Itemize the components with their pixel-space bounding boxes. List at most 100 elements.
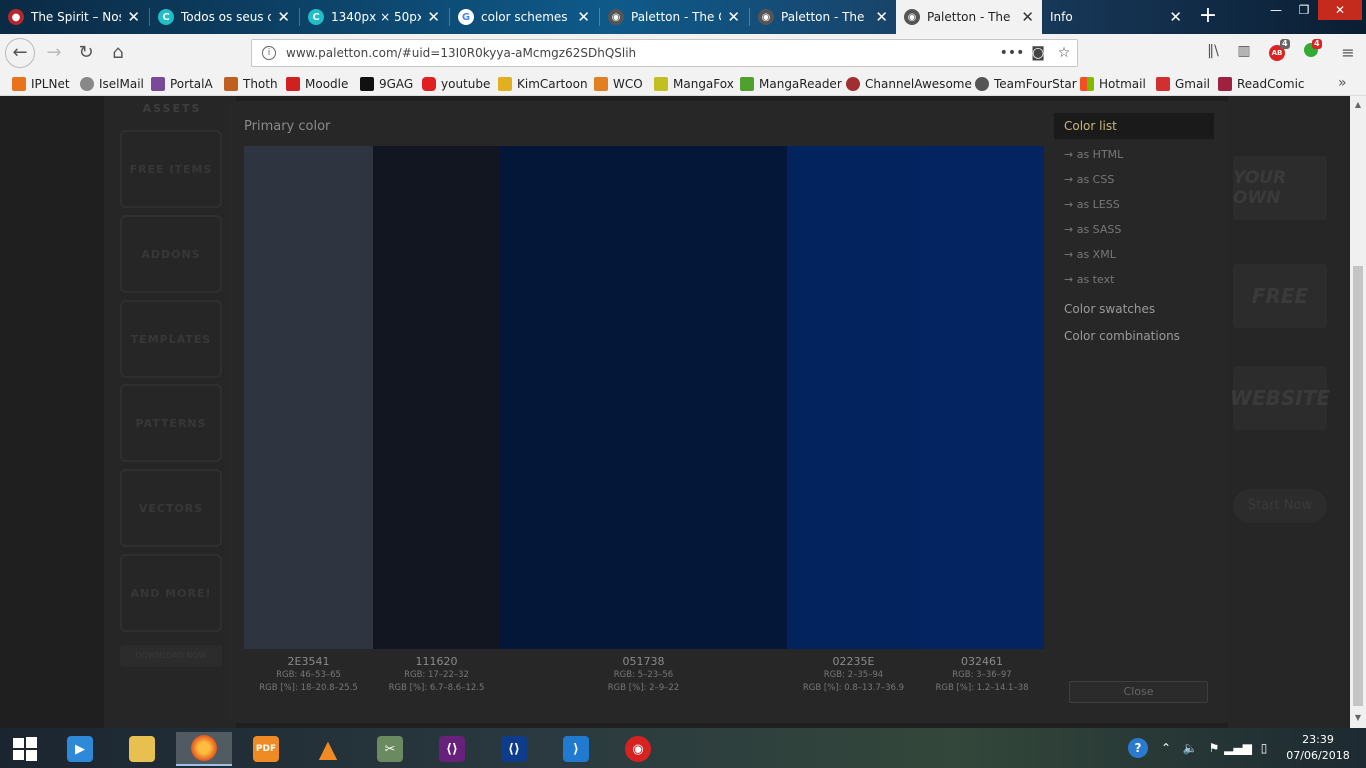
- taskbar-clock[interactable]: 23:39 07/06/2018: [1283, 732, 1353, 764]
- bookmark-readcomic[interactable]: ReadComic: [1218, 76, 1305, 92]
- page-scrollbar[interactable]: ▲ ▼: [1350, 96, 1366, 728]
- close-tab-icon[interactable]: ✕: [577, 8, 590, 26]
- color-swatch[interactable]: [787, 146, 920, 649]
- bookmark-gmail[interactable]: Gmail: [1156, 76, 1210, 92]
- reload-button[interactable]: ↻: [72, 40, 100, 66]
- menu-color-swatches[interactable]: Color swatches: [1054, 296, 1214, 323]
- page-actions-icon[interactable]: •••: [999, 45, 1025, 61]
- color-swatch[interactable]: [500, 146, 787, 649]
- ad-download-button[interactable]: DOWNLOAD NOW: [120, 645, 222, 667]
- menu-color-list[interactable]: Color list: [1054, 113, 1214, 139]
- taskbar-media-app[interactable]: ▶: [52, 732, 108, 766]
- close-tab-icon[interactable]: ✕: [727, 8, 740, 26]
- ad-tile[interactable]: TEMPLATES: [120, 300, 222, 378]
- bookmark-kimcartoon[interactable]: KimCartoon: [498, 76, 588, 92]
- ad-tile[interactable]: ADDONS: [120, 215, 222, 293]
- taskbar-pdf-app[interactable]: PDF: [238, 732, 294, 766]
- adblock-icon[interactable]: AB 4: [1266, 39, 1290, 63]
- menu-icon[interactable]: ≡: [1337, 43, 1359, 63]
- tab-2[interactable]: C Todos os seus d ✕: [150, 0, 298, 34]
- close-tab-icon[interactable]: ✕: [1169, 8, 1182, 26]
- bookmark-teamfourstar[interactable]: TeamFourStar: [975, 76, 1077, 92]
- bookmark-star-icon[interactable]: ☆: [1051, 45, 1077, 61]
- volume-icon[interactable]: 🔈: [1180, 728, 1200, 768]
- tab-8[interactable]: Info ✕: [1042, 0, 1190, 34]
- library-icon[interactable]: ‖\: [1202, 43, 1224, 63]
- bookmark-mangareader[interactable]: MangaReader: [740, 76, 842, 92]
- menu-as-sass[interactable]: → as SASS: [1054, 217, 1214, 242]
- pocket-icon[interactable]: ◙: [1025, 45, 1051, 61]
- tab-5[interactable]: ◉ Paletton - The C ✕: [600, 0, 748, 34]
- start-button[interactable]: [0, 732, 50, 766]
- notification-flag-icon[interactable]: ⚑: [1204, 728, 1224, 768]
- ad-tile[interactable]: PATTERNS: [120, 384, 222, 462]
- taskbar-visual-studio[interactable]: ⟨⟩: [424, 732, 480, 766]
- bookmark-wco[interactable]: WCO: [594, 76, 643, 92]
- ad-tile[interactable]: FREE ITEMS: [120, 130, 222, 208]
- bookmark-iplnet[interactable]: IPLNet: [12, 76, 70, 92]
- bookmark-iselmail[interactable]: IselMail: [80, 76, 144, 92]
- taskbar-vlc[interactable]: ▲: [300, 732, 356, 766]
- tab-6[interactable]: ◉ Paletton - The C ✕: [750, 0, 896, 34]
- bookmark-youtube[interactable]: youtube: [422, 76, 490, 92]
- close-tab-icon[interactable]: ✕: [875, 8, 888, 26]
- menu-as-xml[interactable]: → as XML: [1054, 242, 1214, 267]
- taskbar-firefox[interactable]: [176, 732, 232, 766]
- more-bookmarks-icon[interactable]: »: [1338, 75, 1347, 91]
- close-tab-icon[interactable]: ✕: [277, 8, 290, 26]
- bookmark-thoth[interactable]: Thoth: [224, 76, 278, 92]
- ad-sign[interactable]: YOUR OWN: [1233, 156, 1327, 220]
- tray-expand-icon[interactable]: ⌃: [1158, 728, 1174, 768]
- bookmark-9gag[interactable]: 9GAG: [360, 76, 413, 92]
- taskbar-vscode[interactable]: ⟩: [548, 732, 604, 766]
- close-button[interactable]: Close: [1069, 681, 1208, 703]
- tab-1[interactable]: ● The Spirit – Nos ✕: [0, 0, 148, 34]
- menu-as-html[interactable]: → as HTML: [1054, 142, 1214, 167]
- back-button[interactable]: ←: [5, 38, 35, 68]
- forward-button[interactable]: →: [40, 40, 68, 66]
- close-tab-icon[interactable]: ✕: [427, 8, 440, 26]
- menu-as-css[interactable]: → as CSS: [1054, 167, 1214, 192]
- restore-button[interactable]: ❐: [1286, 0, 1322, 20]
- help-icon[interactable]: ?: [1126, 728, 1150, 768]
- ad-sign[interactable]: FREE: [1233, 264, 1327, 328]
- tab-7-active[interactable]: ◉ Paletton - The C ✕: [896, 0, 1042, 34]
- bookmark-mangafox[interactable]: MangaFox: [654, 76, 734, 92]
- sidebar-icon[interactable]: ▥: [1233, 43, 1255, 63]
- addon-icon[interactable]: 4: [1300, 39, 1322, 63]
- home-button[interactable]: ⌂: [104, 40, 132, 66]
- address-bar[interactable]: i www.paletton.com/#uid=13I0R0kyya-aMcmg…: [251, 39, 1078, 67]
- ad-tile[interactable]: VECTORS: [120, 469, 222, 547]
- menu-color-combinations[interactable]: Color combinations: [1054, 323, 1214, 350]
- color-swatch[interactable]: [373, 146, 500, 649]
- taskbar-tools[interactable]: ✂: [362, 732, 418, 766]
- ad-sign[interactable]: WEBSITE: [1230, 366, 1330, 430]
- menu-as-less[interactable]: → as LESS: [1054, 192, 1214, 217]
- taskbar-vs-blue[interactable]: ⟨⟩: [486, 732, 542, 766]
- battery-icon[interactable]: ▯: [1254, 728, 1274, 768]
- scroll-down-icon[interactable]: ▼: [1350, 713, 1366, 722]
- bookmark-channelawesome[interactable]: ChannelAwesome: [846, 76, 972, 92]
- close-tab-icon[interactable]: ✕: [1021, 8, 1034, 26]
- network-icon[interactable]: ▂▄▆: [1224, 728, 1252, 768]
- new-tab-button[interactable]: +: [1195, 3, 1221, 31]
- bookmark-portala[interactable]: PortalA: [151, 76, 213, 92]
- scroll-thumb[interactable]: [1353, 266, 1363, 706]
- tab-4[interactable]: G color schemes ✕: [450, 0, 598, 34]
- ad-tile[interactable]: AND MORE!: [120, 554, 222, 632]
- ad-start-button[interactable]: Start Now: [1233, 489, 1327, 523]
- close-tab-icon[interactable]: ✕: [127, 8, 140, 26]
- tab-3[interactable]: C 1340px × 50px – ✕: [300, 0, 448, 34]
- taskbar-file-explorer[interactable]: [114, 732, 170, 766]
- tab-title: Paletton - The C: [927, 10, 1016, 24]
- bookmark-moodle[interactable]: Moodle: [286, 76, 348, 92]
- taskbar-record-app[interactable]: ◉: [610, 732, 666, 766]
- scroll-up-icon[interactable]: ▲: [1350, 100, 1366, 109]
- color-swatch[interactable]: [244, 146, 373, 649]
- url-text[interactable]: www.paletton.com/#uid=13I0R0kyya-aMcmgz6…: [286, 46, 999, 60]
- color-swatch[interactable]: [920, 146, 1044, 649]
- site-info-icon[interactable]: i: [262, 46, 276, 60]
- menu-as-text[interactable]: → as text: [1054, 267, 1214, 292]
- close-window-button[interactable]: ✕: [1318, 0, 1362, 20]
- bookmark-hotmail[interactable]: Hotmail: [1080, 76, 1146, 92]
